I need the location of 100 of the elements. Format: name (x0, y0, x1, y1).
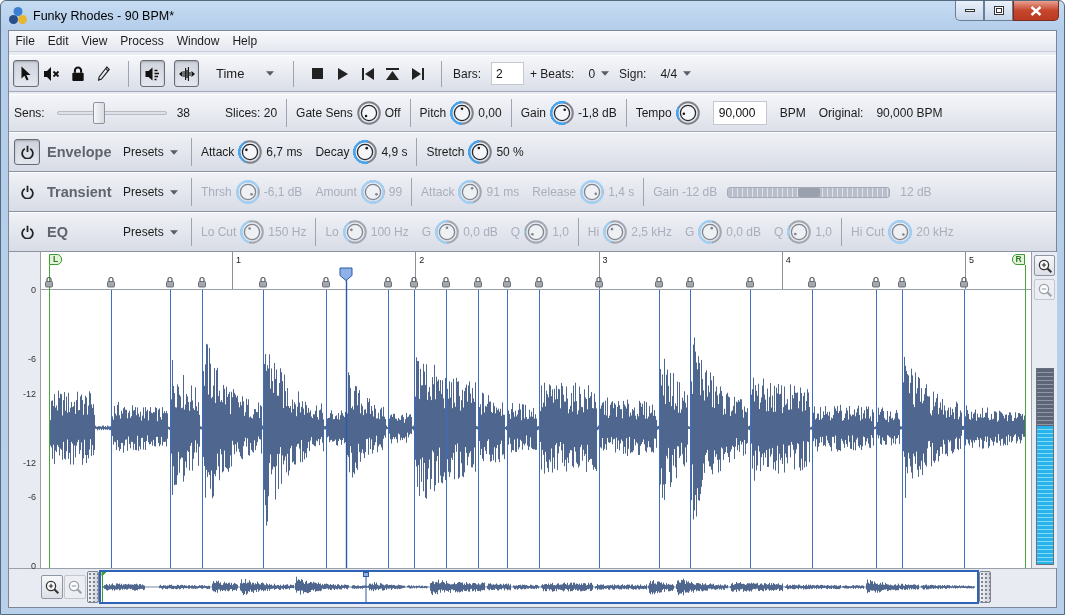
presets-dropdown[interactable]: Presets (123, 141, 178, 163)
param-value: 99 (388, 185, 403, 199)
bar-line (599, 252, 600, 290)
axis-label: -12 (23, 456, 36, 469)
menu-item[interactable]: File (9, 32, 42, 50)
tempo-input[interactable]: 90,000 (712, 101, 767, 125)
param-value: 1,4 s (608, 185, 635, 199)
info-label: BPM (779, 106, 806, 120)
slice-lock-icon[interactable] (259, 276, 267, 288)
close-button[interactable] (1013, 1, 1059, 21)
slice-lock-icon[interactable] (198, 276, 206, 288)
slice-lock-icon[interactable] (686, 276, 694, 288)
bars-input[interactable]: 2 (491, 62, 524, 85)
param-value: 12 dB (900, 185, 932, 199)
zoom-in-button[interactable] (41, 574, 63, 599)
right-locator-flag[interactable]: R (1012, 254, 1025, 265)
bar-line (415, 252, 416, 290)
zoom-in-button[interactable] (1034, 255, 1055, 276)
knob[interactable] (238, 140, 263, 164)
param-label: Lo (325, 225, 339, 239)
menu-item[interactable]: Edit (41, 32, 76, 50)
menu-item[interactable]: View (75, 32, 114, 50)
presets-dropdown[interactable]: Presets (123, 221, 178, 243)
slice-lock-icon[interactable] (107, 276, 115, 288)
param-value: 1,0 (552, 225, 569, 239)
param-label: G (421, 225, 432, 239)
knob[interactable] (450, 101, 475, 125)
minimize-icon (964, 9, 975, 12)
param-label: Tempo (635, 106, 672, 120)
knob[interactable] (675, 101, 700, 125)
pencil-icon (98, 66, 110, 81)
bars-label: Bars: (453, 66, 481, 81)
beats-dropdown[interactable]: 0 (588, 62, 610, 85)
app-logo-icon (9, 7, 27, 24)
maximize-button[interactable] (984, 1, 1013, 21)
axis-label: -6 (28, 491, 36, 503)
slider-thumb[interactable] (92, 102, 105, 124)
bar-number: 1 (236, 255, 241, 265)
param-value: 100 Hz (370, 225, 409, 239)
param-value: 4,9 s (381, 145, 408, 159)
arrow-cursor-icon (21, 66, 31, 81)
slice-lock-icon[interactable] (960, 276, 968, 288)
slice-lock-icon[interactable] (872, 276, 880, 288)
speaker-muted-icon (44, 66, 60, 81)
caret-icon (169, 149, 178, 155)
menu-item[interactable]: Help (225, 32, 264, 50)
audition-toggle[interactable] (140, 60, 165, 87)
slice-lock-icon[interactable] (322, 276, 330, 288)
param-label: Thrsh (201, 185, 232, 199)
scroll-handle[interactable] (87, 570, 99, 603)
param-value: 0,0 dB (463, 225, 498, 239)
slice-lock-icon[interactable] (45, 276, 53, 288)
slice-lock-icon[interactable] (384, 276, 392, 288)
slice-lock-icon[interactable] (808, 276, 816, 288)
bar-line (232, 252, 233, 290)
caret-icon (169, 189, 178, 195)
param-label: Stretch (426, 145, 465, 159)
playhead-marker-icon (363, 571, 369, 602)
zoom-out-icon (1037, 282, 1052, 297)
gain-slider-track[interactable] (727, 186, 891, 198)
knob[interactable] (356, 101, 381, 125)
left-locator-flag[interactable]: L (49, 254, 62, 265)
knob[interactable] (468, 140, 493, 164)
info-label: Original: (818, 106, 864, 120)
minimize-button[interactable] (955, 1, 984, 21)
slice-lock-icon[interactable] (746, 276, 754, 288)
slice-lock-icon[interactable] (410, 276, 418, 288)
playhead-marker-icon[interactable] (339, 267, 353, 281)
scroll-handle[interactable] (979, 570, 991, 603)
param-value: Off (384, 106, 401, 120)
menu-item[interactable]: Window (170, 32, 226, 50)
param-value: 0,00 (478, 106, 502, 120)
slice-lock-icon[interactable] (595, 276, 603, 288)
param-label: Pitch (419, 106, 447, 120)
slice-lock-icon[interactable] (166, 276, 174, 288)
slice-lock-icon[interactable] (898, 276, 906, 288)
power-button[interactable] (14, 139, 40, 165)
slice-lock-icon[interactable] (503, 276, 511, 288)
time-signature-dropdown[interactable]: 4/4 (660, 62, 692, 85)
mode-dropdown[interactable]: Time (216, 62, 282, 85)
zoom-in-icon (1037, 258, 1052, 273)
pointer-tool-button[interactable] (13, 60, 39, 87)
split-toggle[interactable] (174, 60, 199, 87)
param-value: 1,0 (815, 225, 832, 239)
window-title: Funky Rhodes - 90 BPM* (33, 8, 175, 23)
slice-lock-icon[interactable] (655, 276, 663, 288)
knob[interactable] (550, 101, 574, 125)
skip-back-icon (361, 67, 374, 80)
knob[interactable] (353, 140, 378, 164)
presets-dropdown[interactable]: Presets (123, 181, 178, 203)
menu-item[interactable]: Process (113, 32, 171, 50)
power-icon (20, 185, 34, 199)
slice-lock-icon[interactable] (535, 276, 543, 288)
param-label: Attack (421, 185, 455, 199)
slider-thumb[interactable] (797, 187, 820, 197)
param-value: 91 ms (486, 185, 520, 199)
slice-lock-icon[interactable] (442, 276, 450, 288)
axis-label: -12 (23, 387, 36, 400)
slice-lock-icon[interactable] (474, 276, 482, 288)
param-label: Decay (315, 145, 350, 159)
